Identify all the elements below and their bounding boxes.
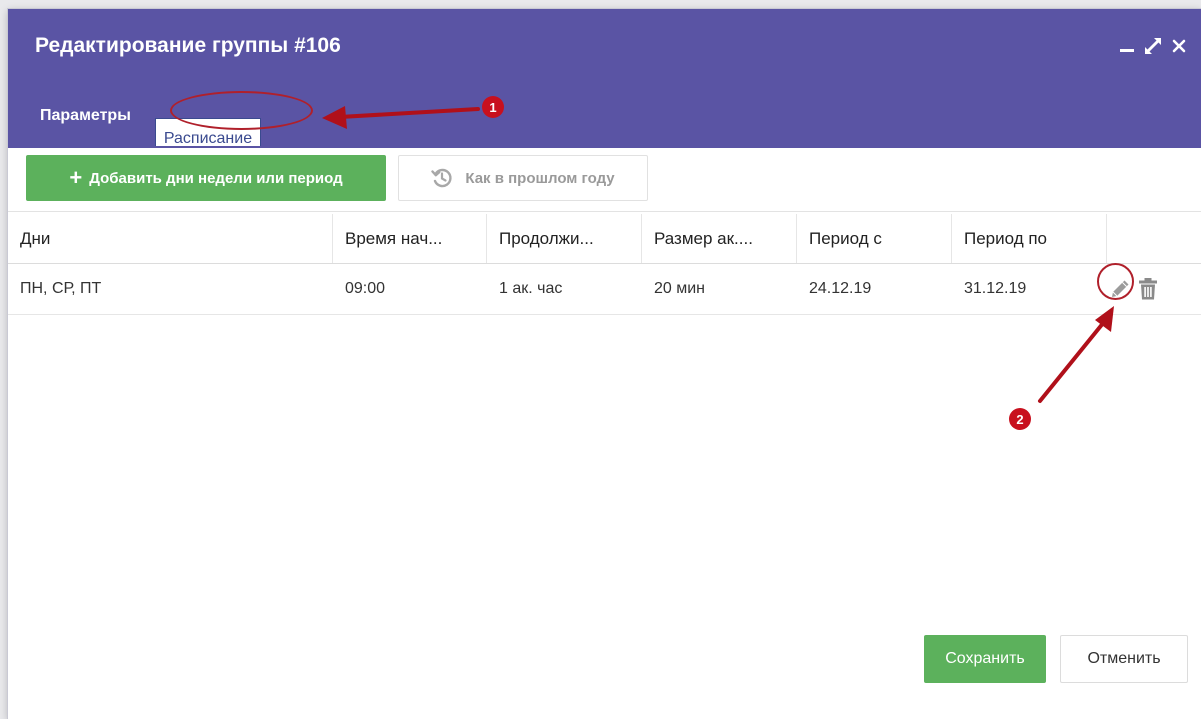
cell-days: ПН, СР, ПТ	[20, 280, 102, 297]
column-header-duration[interactable]: Продолжи...	[487, 214, 642, 263]
column-header-period-to[interactable]: Период по	[952, 214, 1107, 263]
column-header-days[interactable]: Дни	[8, 214, 333, 263]
column-header-period-from[interactable]: Период с	[797, 214, 952, 263]
row-actions	[1107, 276, 1201, 302]
tab-bar: Параметры Расписание	[30, 95, 262, 147]
dialog-header: Редактирование группы #106 Параметры Рас…	[8, 9, 1201, 148]
dialog-title: Редактирование группы #106	[35, 34, 341, 57]
pencil-icon	[1112, 280, 1129, 297]
schedule-table: Дни Время нач... Продолжи... Размер ак..…	[8, 214, 1201, 315]
maximize-icon	[1145, 38, 1161, 54]
plus-icon: +	[69, 165, 83, 190]
cell-lesson-size: 20 мин	[654, 280, 706, 297]
delete-row-button[interactable]	[1135, 276, 1161, 302]
cell-period-to: 31.12.19	[964, 280, 1027, 297]
column-header-start-time[interactable]: Время нач...	[333, 214, 487, 263]
add-weekdays-button[interactable]: + Добавить дни недели или период	[26, 155, 386, 201]
minimize-button[interactable]	[1117, 36, 1137, 56]
cell-start-time: 09:00	[345, 280, 386, 297]
add-weekdays-label: Добавить дни недели или период	[89, 169, 343, 187]
maximize-button[interactable]	[1143, 36, 1163, 56]
close-button[interactable]	[1169, 36, 1189, 56]
save-button[interactable]: Сохранить	[924, 635, 1046, 683]
tab-parameters[interactable]: Параметры	[30, 95, 141, 135]
toolbar: + Добавить дни недели или период Как в п…	[8, 148, 1201, 212]
cell-period-from: 24.12.19	[809, 280, 872, 297]
trash-icon	[1139, 278, 1157, 300]
cell-duration: 1 ак. час	[499, 280, 563, 297]
close-icon	[1172, 39, 1186, 53]
cancel-button[interactable]: Отменить	[1060, 635, 1188, 683]
table-header: Дни Время нач... Продолжи... Размер ак..…	[8, 214, 1201, 264]
minimize-icon	[1120, 49, 1134, 52]
same-as-last-year-button[interactable]: Как в прошлом году	[398, 155, 648, 201]
same-as-last-year-label: Как в прошлом году	[465, 169, 615, 187]
window-controls	[1117, 36, 1189, 56]
tab-schedule[interactable]: Расписание	[154, 118, 262, 147]
history-icon	[431, 168, 452, 188]
edit-group-dialog: Редактирование группы #106 Параметры Рас…	[8, 9, 1201, 719]
edit-row-button[interactable]	[1107, 276, 1133, 302]
column-header-lesson-size[interactable]: Размер ак....	[642, 214, 797, 263]
table-row[interactable]: ПН, СР, ПТ 09:00 1 ак. час 20 мин 24.12.…	[8, 264, 1201, 315]
column-header-actions	[1107, 214, 1201, 263]
